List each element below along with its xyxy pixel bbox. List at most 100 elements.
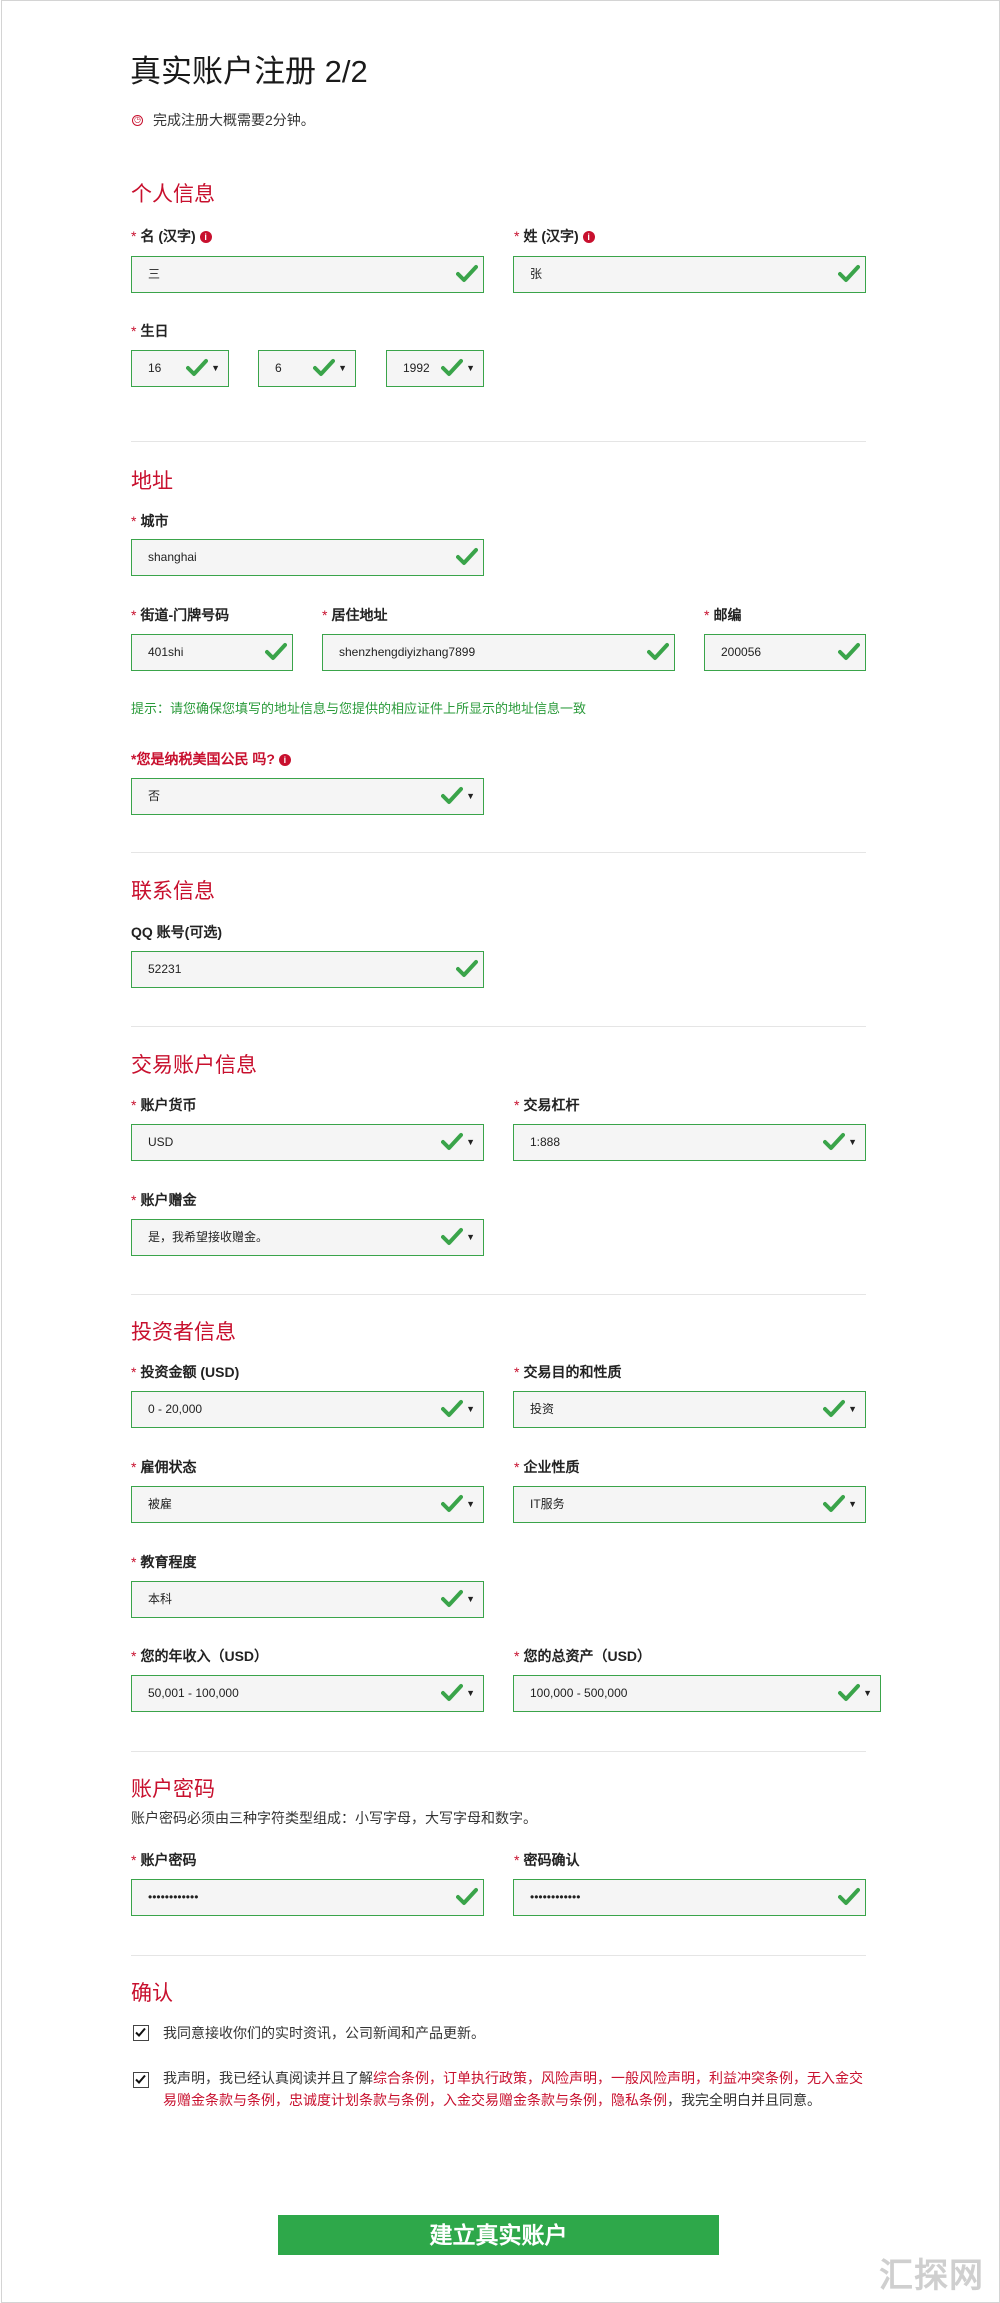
link-general-risk[interactable]: 一般风险声明 [611,2070,695,2086]
agree-news-checkbox[interactable] [133,2025,149,2041]
leverage-select[interactable]: 1:888 ▼ [513,1124,866,1161]
check-icon [456,547,478,567]
info-icon[interactable]: i [278,754,291,767]
clock-icon: ◷ [132,114,143,126]
completion-note-text: 完成注册大概需要2分钟。 [153,112,315,128]
birth-month-select[interactable]: 6 ▼ [258,350,356,387]
check-icon [456,959,478,979]
assets-label: * 您的总资产（USD） [514,1648,652,1664]
check-icon [838,1887,860,1907]
address-hint: 提示：请您确保您填写的地址信息与您提供的相应证件上所显示的地址信息一致 [131,701,587,716]
zip-field[interactable]: 200056 [704,634,866,671]
link-risk-disclosure[interactable]: 风险声明 [541,2070,597,2086]
residence-label: * 居住地址 [322,607,388,623]
birth-year-select[interactable]: 1992 ▼ [386,350,484,387]
income-select[interactable]: 50,001 - 100,000 ▼ [131,1675,484,1712]
check-icon [441,1132,463,1152]
completion-note: ◷ 完成注册大概需要2分钟。 [132,110,315,130]
last-name-label: * 姓 (汉字) i [514,226,595,246]
separator: ， [597,2092,611,2108]
bonus-select[interactable]: 是，我希望接收赠金。 ▼ [131,1219,484,1256]
info-icon[interactable]: i [582,231,595,244]
link-conflict-of-interest[interactable]: 利益冲突条例 [709,2070,793,2086]
assets-select[interactable]: 100,000 - 500,000 ▼ [513,1675,881,1712]
residence-field[interactable]: shenzhengdiyizhang7899 [322,634,675,671]
employment-label: * 雇佣状态 [131,1459,197,1475]
separator: ， [429,2070,443,2086]
link-privacy[interactable]: 隐私条例 [611,2092,667,2108]
check-icon [823,1494,845,1514]
us-tax-label: *您是纳税美国公民 吗? i [131,749,291,769]
create-account-button[interactable]: 建立真实账户 [278,2215,719,2255]
link-general-terms[interactable]: 综合条例 [373,2070,429,2086]
page-title: 真实账户注册 2/2 [130,54,368,89]
dropdown-arrow-icon: ▼ [863,1688,872,1698]
qq-field[interactable]: 52231 [131,951,484,988]
divider [131,1026,866,1027]
last-name-field[interactable]: 张 [513,256,866,293]
dropdown-arrow-icon: ▼ [466,1137,475,1147]
check-icon [441,1683,463,1703]
check-icon [441,1589,463,1609]
amount-label: * 投资金额 (USD) [131,1364,240,1380]
amount-select[interactable]: 0 - 20,000 ▼ [131,1391,484,1428]
employment-select[interactable]: 被雇 ▼ [131,1486,484,1523]
education-select[interactable]: 本科 ▼ [131,1581,484,1618]
section-trading: 交易账户信息 [131,1054,257,1077]
section-address: 地址 [131,470,173,493]
dropdown-arrow-icon: ▼ [848,1499,857,1509]
confirm-password-field[interactable]: •••••••••••• [513,1879,866,1916]
dropdown-arrow-icon: ▼ [466,1232,475,1242]
divider [131,441,866,442]
checkmark-icon [135,2074,146,2084]
currency-label: * 账户货币 [131,1097,197,1113]
street-field[interactable]: 401shi [131,634,293,671]
link-loyalty-program[interactable]: 忠诚度计划条款与条例 [289,2092,429,2108]
declaration-checkbox[interactable] [133,2072,149,2088]
check-icon [838,264,860,284]
check-icon [441,786,463,806]
currency-select[interactable]: USD ▼ [131,1124,484,1161]
purpose-select[interactable]: 投资 ▼ [513,1391,866,1428]
dropdown-arrow-icon: ▼ [466,1499,475,1509]
city-field[interactable]: shanghai [131,539,484,576]
info-icon[interactable]: i [199,231,212,244]
first-name-label: * 名 (汉字) i [131,226,212,246]
separator: ， [527,2070,541,2086]
check-icon [441,1494,463,1514]
birth-day-select[interactable]: 16 ▼ [131,350,229,387]
check-icon [441,1227,463,1247]
us-tax-select[interactable]: 否 ▼ [131,778,484,815]
check-icon [823,1399,845,1419]
check-icon [313,358,335,378]
separator: ， [275,2092,289,2108]
street-label: * 街道-门牌号码 [131,607,230,623]
industry-label: * 企业性质 [514,1459,580,1475]
separator: ， [793,2070,807,2086]
check-icon [456,264,478,284]
checkmark-icon [135,2027,146,2037]
zip-label: * 邮编 [704,607,742,623]
dropdown-arrow-icon: ▼ [466,791,475,801]
birthday-label: * 生日 [131,323,169,339]
check-icon [441,1399,463,1419]
bonus-label: * 账户赠金 [131,1192,197,1208]
link-order-execution[interactable]: 订单执行政策 [443,2070,527,2086]
first-name-field[interactable]: 三 [131,256,484,293]
section-contact: 联系信息 [131,880,215,903]
watermark: 汇探网 [879,2257,984,2295]
dropdown-arrow-icon: ▼ [466,363,475,373]
separator: ， [597,2070,611,2086]
qq-label: QQ 账号(可选) [131,924,222,940]
industry-select[interactable]: IT服务 ▼ [513,1486,866,1523]
dropdown-arrow-icon: ▼ [466,1688,475,1698]
password-label: * 账户密码 [131,1852,197,1868]
section-confirm: 确认 [131,1982,173,2005]
section-password: 账户密码 [131,1778,215,1801]
declaration-lead: 我声明，我已经认真阅读并且了解 [163,2070,373,2086]
link-deposit-bonus[interactable]: 入金交易赠金条款与条例 [443,2092,597,2108]
password-field[interactable]: •••••••••••• [131,1879,484,1916]
dropdown-arrow-icon: ▼ [848,1404,857,1414]
check-icon [823,1132,845,1152]
agree-news-text: 我同意接收你们的实时资讯，公司新闻和产品更新。 [163,2025,485,2041]
